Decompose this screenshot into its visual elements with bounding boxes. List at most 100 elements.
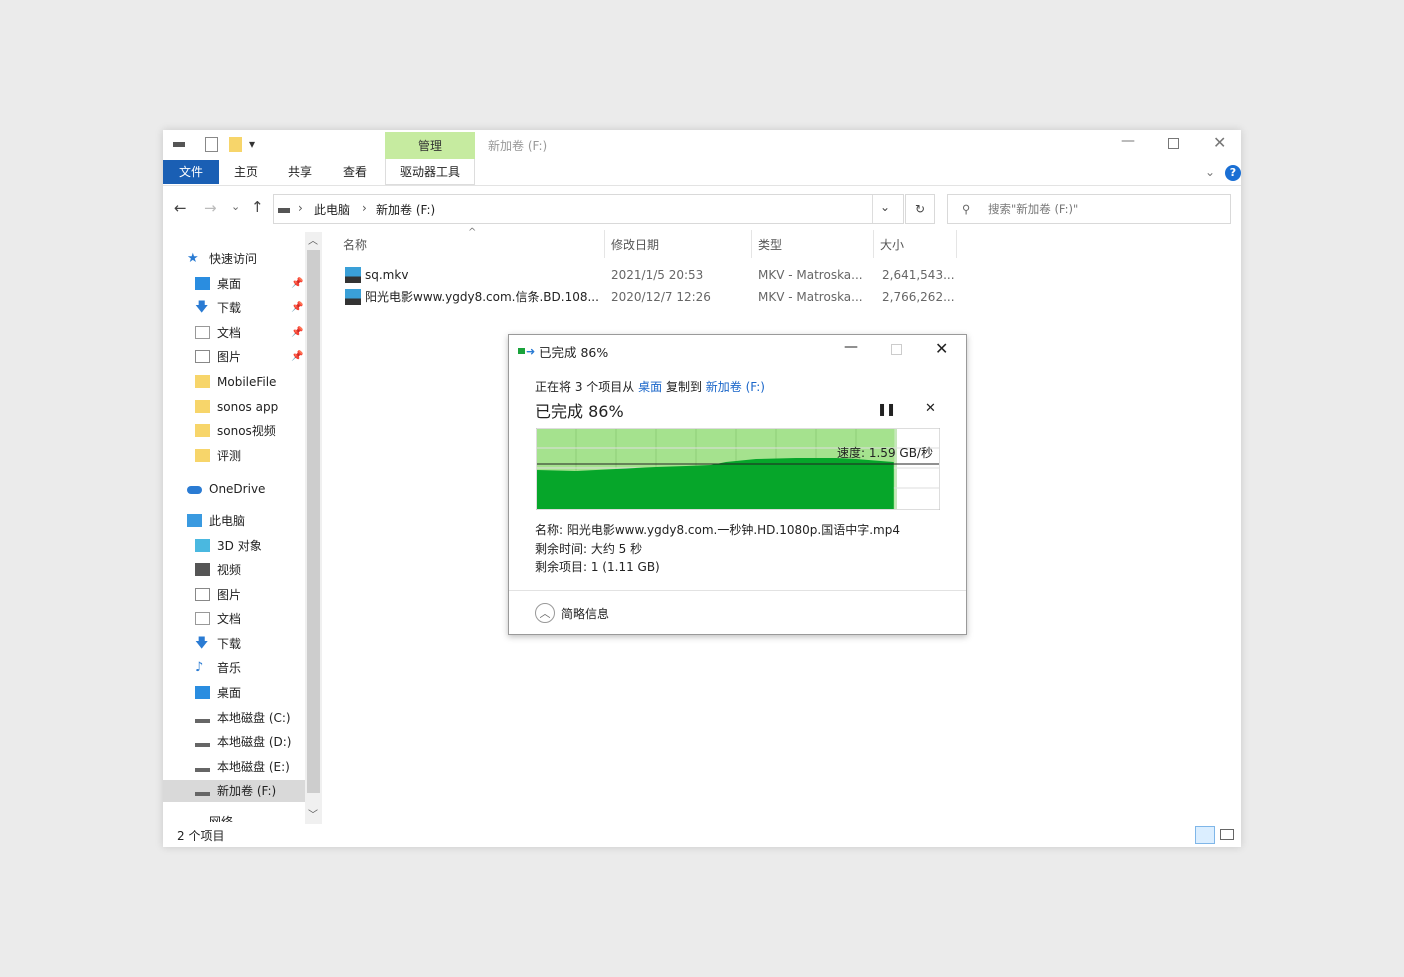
sidebar-item-label: 本地磁盘 (C:): [217, 711, 291, 725]
sidebar-item-label: 音乐: [217, 661, 242, 675]
sidebar-item[interactable]: 🡇 下载 📌: [163, 297, 305, 319]
drive-icon: [173, 142, 185, 147]
video-icon: [195, 563, 210, 576]
help-icon[interactable]: ?: [1225, 165, 1241, 181]
column-divider[interactable]: [604, 230, 605, 258]
expand-ribbon-chevron-icon[interactable]: ⌄: [1205, 165, 1215, 179]
breadcrumb-separator[interactable]: ›: [362, 201, 367, 215]
breadcrumb-this-pc[interactable]: 此电脑: [314, 201, 350, 218]
tab-home[interactable]: 主页: [234, 160, 258, 184]
maximize-button[interactable]: [1168, 138, 1179, 149]
pin-icon[interactable]: 📌: [291, 322, 303, 344]
tab-drive-tools[interactable]: 驱动器工具: [385, 159, 475, 185]
sidebar-scrollbar[interactable]: ︿ ﹀: [305, 232, 322, 824]
star-icon: ★: [187, 251, 199, 266]
sidebar-item-label: sonos app: [217, 400, 279, 414]
customize-toolbar-chevron-icon[interactable]: ▾: [249, 137, 255, 151]
sidebar-item[interactable]: 视频: [163, 559, 305, 581]
new-folder-icon[interactable]: [229, 137, 242, 152]
copy-icon: [518, 348, 525, 354]
column-header-date[interactable]: 修改日期: [611, 235, 659, 255]
details-view-button[interactable]: [1195, 826, 1215, 844]
copy-arrow-icon: ➜: [526, 345, 536, 358]
dialog-title: 已完成 86%: [539, 345, 609, 360]
sidebar-item[interactable]: OneDrive: [163, 478, 305, 500]
sidebar-item[interactable]: sonos app: [163, 396, 305, 418]
collapse-chevron-icon[interactable]: ︿: [535, 603, 555, 623]
file-name: 阳光电影www.ygdy8.com.信条.BD.108...: [365, 290, 599, 304]
breadcrumb-separator[interactable]: ›: [298, 201, 303, 215]
sidebar-item-label: 图片: [217, 350, 242, 364]
tab-file[interactable]: 文件: [163, 160, 219, 184]
column-header-size[interactable]: 大小: [880, 235, 904, 255]
sidebar-item[interactable]: 本地磁盘 (E:): [163, 756, 305, 778]
breadcrumb-current[interactable]: 新加卷 (F:): [376, 201, 435, 218]
scrollbar-thumb[interactable]: [307, 250, 320, 793]
file-date: 2020/12/7 12:26: [611, 290, 711, 304]
address-bar[interactable]: › 此电脑 › 新加卷 (F:) ⌄: [273, 194, 904, 224]
address-dropdown-chevron-icon[interactable]: ⌄: [880, 200, 890, 214]
scroll-up-icon[interactable]: ︿: [308, 232, 318, 247]
column-header-name[interactable]: 名称: [343, 235, 367, 255]
pictures-icon: [195, 350, 210, 363]
sidebar-item[interactable]: ♪ 音乐: [163, 657, 305, 679]
sidebar-item[interactable]: 桌面 📌: [163, 273, 305, 295]
column-header-type[interactable]: 类型: [758, 235, 782, 255]
time-remaining: 剩余时间: 大约 5 秒: [535, 542, 643, 556]
forward-arrow-icon[interactable]: →: [204, 199, 217, 217]
sidebar-item[interactable]: 网络: [163, 811, 305, 822]
sidebar-item[interactable]: sonos视频: [163, 420, 305, 442]
column-divider[interactable]: [956, 230, 957, 258]
tab-view[interactable]: 查看: [343, 160, 367, 184]
tab-share[interactable]: 共享: [288, 160, 312, 184]
pin-icon[interactable]: 📌: [291, 273, 303, 295]
sidebar-item[interactable]: 图片 📌: [163, 346, 305, 368]
sidebar-item[interactable]: MobileFile: [163, 371, 305, 393]
pin-icon[interactable]: 📌: [291, 297, 303, 319]
navigation-pane: ★ 快速访问 桌面 📌 🡇 下载 📌 文档 📌 图片 📌 MobileFile sonos app son…: [163, 230, 323, 822]
fewer-details-toggle[interactable]: 简略信息: [561, 605, 609, 622]
pictures-icon: [195, 588, 210, 601]
sidebar-item[interactable]: 本地磁盘 (D:): [163, 731, 305, 753]
search-input[interactable]: ⚲ 搜索"新加卷 (F:)": [947, 194, 1231, 224]
sidebar-item[interactable]: 3D 对象: [163, 535, 305, 557]
large-icons-view-button[interactable]: [1220, 829, 1234, 840]
destination-link[interactable]: 新加卷 (F:): [706, 380, 765, 394]
refresh-button[interactable]: ↻: [905, 194, 935, 224]
sidebar-item[interactable]: 文档: [163, 608, 305, 630]
sidebar-item-label: 图片: [217, 588, 242, 602]
search-icon: ⚲: [962, 202, 971, 216]
file-type: MKV - Matroska...: [758, 290, 863, 304]
pause-button[interactable]: ❚❚: [877, 402, 896, 416]
minimize-button[interactable]: —: [1121, 133, 1135, 149]
dialog-close-button[interactable]: ✕: [935, 339, 948, 358]
sidebar-item[interactable]: 桌面: [163, 682, 305, 704]
sidebar-item[interactable]: 此电脑: [163, 510, 305, 532]
sidebar-item[interactable]: 🡇 下载: [163, 633, 305, 655]
recent-locations-chevron-icon[interactable]: ⌄: [231, 200, 240, 213]
pin-icon[interactable]: 📌: [291, 346, 303, 368]
column-divider[interactable]: [751, 230, 752, 258]
close-button[interactable]: ✕: [1213, 133, 1226, 152]
speed-label: 速度: 1.59 GB/秒: [837, 446, 933, 460]
sidebar-item[interactable]: 图片: [163, 584, 305, 606]
copy-description: 正在将 3 个项目从 桌面 复制到 新加卷 (F:): [535, 378, 765, 395]
back-arrow-icon[interactable]: ←: [174, 199, 187, 217]
dialog-minimize-button[interactable]: —: [844, 339, 858, 355]
sidebar-item[interactable]: ★ 快速访问: [163, 248, 305, 270]
sidebar-item-label: 文档: [217, 612, 242, 626]
sidebar-item-label: 新加卷 (F:): [217, 784, 277, 798]
properties-icon[interactable]: [205, 137, 218, 152]
scroll-down-icon[interactable]: ﹀: [308, 806, 318, 821]
folder-icon: [195, 375, 210, 388]
sidebar-item[interactable]: 评测: [163, 445, 305, 467]
file-name-label: 名称: 阳光电影www.ygdy8.com.一秒钟.HD.1080p.国语中字.…: [535, 523, 900, 537]
up-arrow-icon[interactable]: ↑: [251, 198, 264, 216]
sidebar-item-label: sonos视频: [217, 424, 276, 438]
sidebar-item[interactable]: 文档 📌: [163, 322, 305, 344]
sidebar-item[interactable]: 本地磁盘 (C:): [163, 707, 305, 729]
cancel-button[interactable]: ✕: [925, 401, 936, 416]
sidebar-item[interactable]: 新加卷 (F:): [163, 780, 305, 802]
source-link[interactable]: 桌面: [638, 380, 662, 394]
column-divider[interactable]: [873, 230, 874, 258]
